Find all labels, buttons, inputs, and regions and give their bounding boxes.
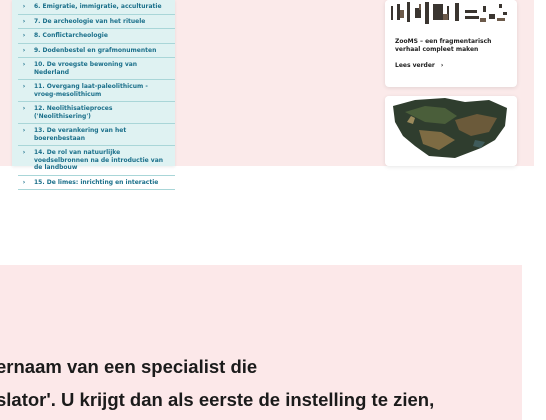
article-card-zooms[interactable]: ZooMS – een fragmentarisch verhaal compl… — [385, 0, 517, 87]
info-text-line: slator'. U krijgt dan als eerste de inst… — [0, 389, 435, 410]
chevron-right-icon: › — [22, 3, 26, 10]
sidebar-item-label: 14. De rol van natuurlijke voedselbronne… — [34, 149, 164, 171]
article-card-metal[interactable] — [385, 96, 517, 166]
card-title: ZooMS – een fragmentarisch verhaal compl… — [395, 38, 492, 53]
sidebar-item-label: 12. Neolithisatieproces ('Neolithisering… — [34, 105, 113, 120]
read-more-label: Lees verder — [395, 62, 435, 69]
chevron-right-icon: › — [22, 61, 26, 68]
sidebar-item-voedselbronnen[interactable]: › 14. De rol van natuurlijke voedselbron… — [18, 146, 175, 176]
sidebar-item-conflict[interactable]: › 8. Conflictarcheologie — [18, 29, 175, 44]
sidebar-item-label: 11. Overgang laat-paleolithicum - vroeg-… — [34, 83, 148, 98]
chevron-right-icon: › — [22, 149, 26, 156]
read-more-link[interactable]: Lees verder › — [395, 62, 443, 69]
sidebar-list: › 6. Emigratie, immigratie, acculturatie… — [12, 0, 175, 190]
chevron-right-icon: › — [440, 62, 444, 69]
sidebar-item-limes[interactable]: › 15. De limes: inrichting en interactie — [18, 176, 175, 190]
chevron-right-icon: › — [22, 127, 26, 134]
sidebar-item-emigratie[interactable]: › 6. Emigratie, immigratie, acculturatie — [18, 0, 175, 15]
chevron-right-icon: › — [22, 46, 26, 54]
sidebar-item-label: 8. Conflictarcheologie — [34, 32, 108, 39]
chevron-right-icon: › — [22, 32, 26, 39]
corroded-metal-image — [385, 96, 517, 166]
info-panel: ernaam van een specialist die slator'. U… — [0, 265, 522, 420]
sidebar-item-label: 10. De vroegste bewoning van Nederland — [34, 61, 138, 76]
sidebar-item-label: 13. De verankering van het boerenbestaan — [34, 127, 127, 142]
sidebar-item-vroegste-bewoning[interactable]: › 10. De vroegste bewoning van Nederland — [18, 58, 175, 80]
sidebar-item-label: 9. Dodenbestel en grafmonumenten — [34, 46, 157, 54]
chevron-right-icon: › — [22, 83, 26, 90]
chevron-right-icon: › — [22, 178, 26, 186]
sidebar-item-label: 6. Emigratie, immigratie, acculturatie — [34, 3, 162, 10]
bone-fragments-image — [385, 0, 517, 32]
sidebar-item-overgang[interactable]: › 11. Overgang laat-paleolithicum - vroe… — [18, 80, 175, 102]
sidebar-item-boerenbestaan[interactable]: › 13. De verankering van het boerenbesta… — [18, 124, 175, 146]
chevron-right-icon: › — [22, 105, 26, 112]
info-text-line: ernaam van een specialist die — [0, 356, 258, 377]
sidebar-item-label: 7. De archeologie van het rituele — [34, 17, 146, 25]
sidebar-item-rituele[interactable]: › 7. De archeologie van het rituele — [18, 15, 175, 29]
sidebar-item-dodenbestel[interactable]: › 9. Dodenbestel en grafmonumenten — [18, 44, 175, 58]
chevron-right-icon: › — [22, 17, 26, 25]
sidebar-item-label: 15. De limes: inrichting en interactie — [34, 178, 159, 186]
sidebar-item-neolithisatie[interactable]: › 12. Neolithisatieproces ('Neolithiseri… — [18, 102, 175, 124]
sidebar-nav: › 6. Emigratie, immigratie, acculturatie… — [12, 0, 175, 190]
